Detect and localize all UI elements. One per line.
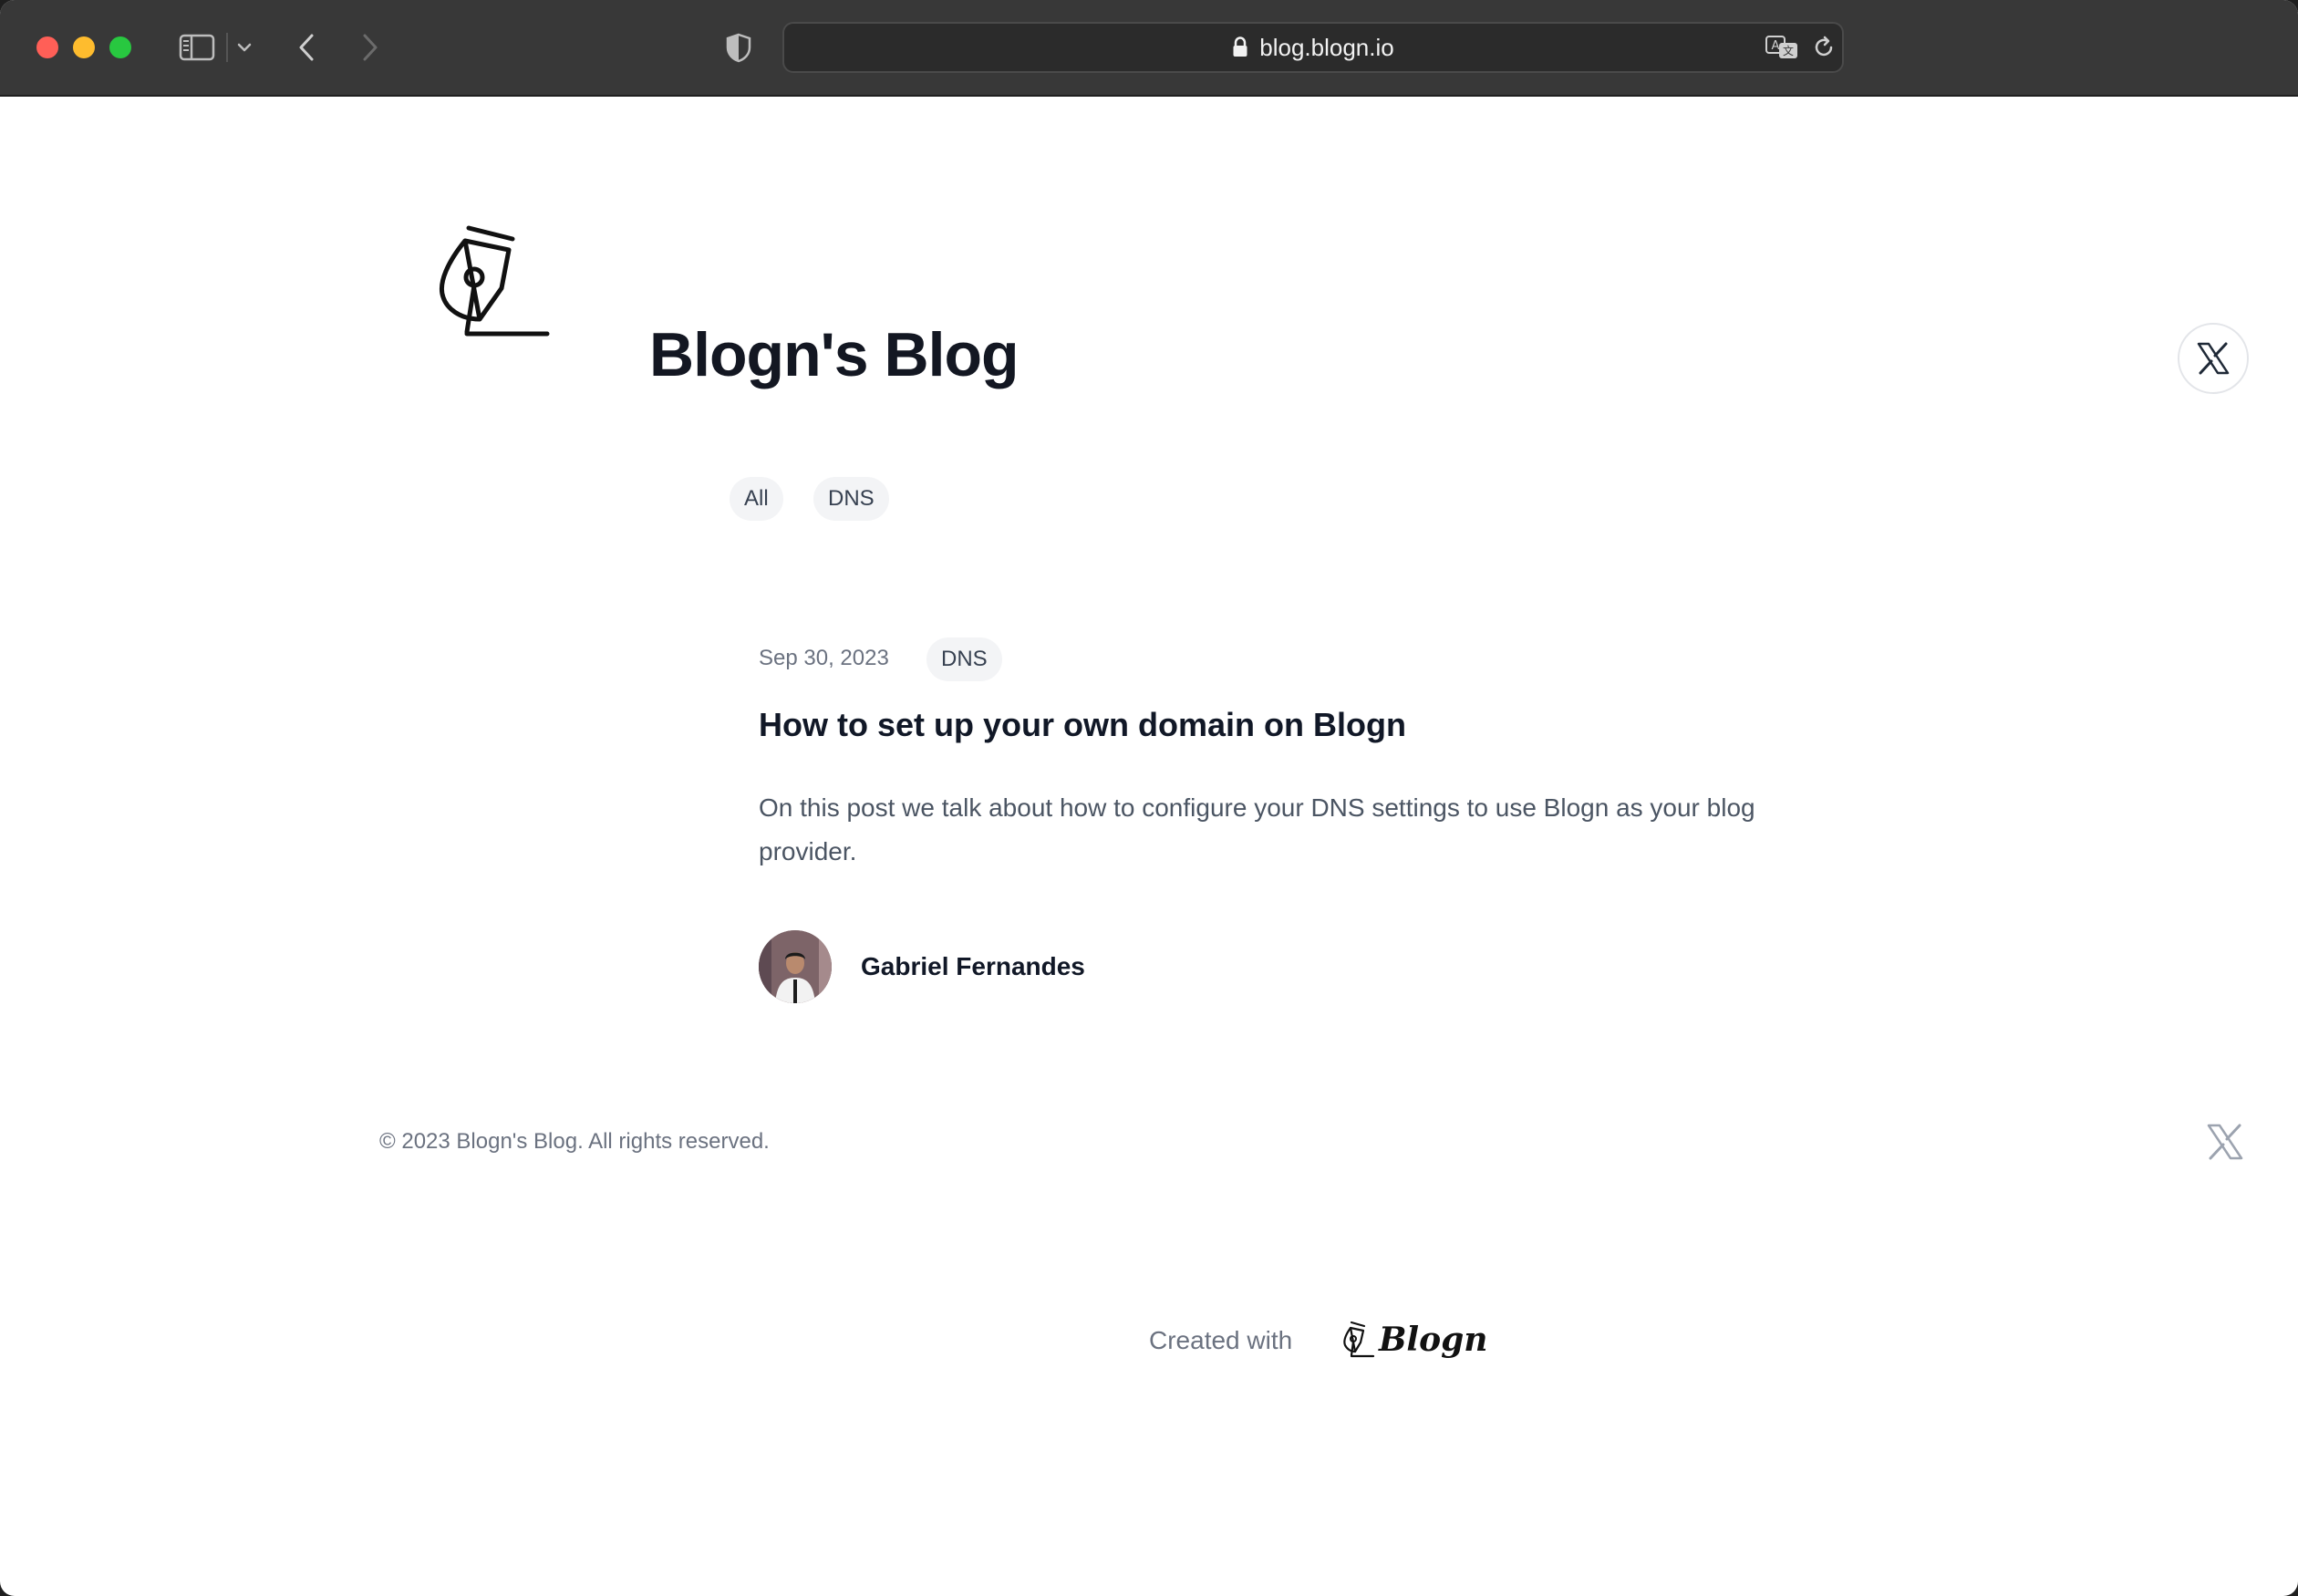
url-display: blog.blogn.io: [784, 24, 1842, 71]
blogn-brand-wordmark[interactable]: Blogn: [1379, 1321, 1487, 1359]
minimize-window-button[interactable]: [73, 36, 95, 58]
author-name[interactable]: Gabriel Fernandes: [861, 952, 1085, 981]
site-title[interactable]: Blogn's Blog: [649, 319, 1020, 390]
x-logo-icon[interactable]: [2205, 1122, 2245, 1162]
x-logo-icon: [2197, 342, 2230, 375]
filter-tag-all[interactable]: All: [730, 477, 783, 521]
svg-text:A: A: [1772, 39, 1780, 53]
shield-icon[interactable]: [720, 31, 757, 64]
post-title[interactable]: How to set up your own domain on Blogn: [759, 706, 1406, 744]
back-arrow-icon[interactable]: [290, 29, 323, 66]
url-text: blog.blogn.io: [1259, 33, 1394, 61]
browser-window: blog.blogn.io A 文 Blogn's Blog All DNS S…: [0, 0, 2298, 1596]
lock-icon: [1233, 36, 1247, 57]
translate-icon[interactable]: A 文: [1764, 33, 1800, 62]
reload-icon[interactable]: [1809, 33, 1838, 62]
post-excerpt[interactable]: On this post we talk about how to config…: [759, 786, 1853, 874]
footer-copyright: © 2023 Blogn's Blog. All rights reserved…: [379, 1129, 770, 1154]
toolbar-divider: [226, 33, 228, 62]
browser-toolbar: blog.blogn.io A 文: [0, 0, 2298, 97]
filter-tag-dns[interactable]: DNS: [813, 477, 889, 521]
post-date: Sep 30, 2023: [759, 646, 889, 670]
author-avatar[interactable]: [759, 930, 832, 1003]
zoom-window-button[interactable]: [109, 36, 131, 58]
pen-nib-logo-icon: [1343, 1321, 1375, 1358]
address-bar[interactable]: blog.blogn.io A 文: [782, 22, 1844, 73]
pen-nib-logo-icon[interactable]: [429, 224, 556, 343]
close-window-button[interactable]: [36, 36, 58, 58]
post-category-badge[interactable]: DNS: [926, 637, 1002, 681]
forward-arrow-icon[interactable]: [354, 29, 387, 66]
x-social-button[interactable]: [2178, 323, 2249, 394]
sidebar-icon[interactable]: [175, 31, 219, 64]
svg-text:文: 文: [1783, 44, 1794, 57]
created-with-label: Created with: [1149, 1326, 1293, 1354]
chevron-down-icon[interactable]: [232, 36, 257, 58]
